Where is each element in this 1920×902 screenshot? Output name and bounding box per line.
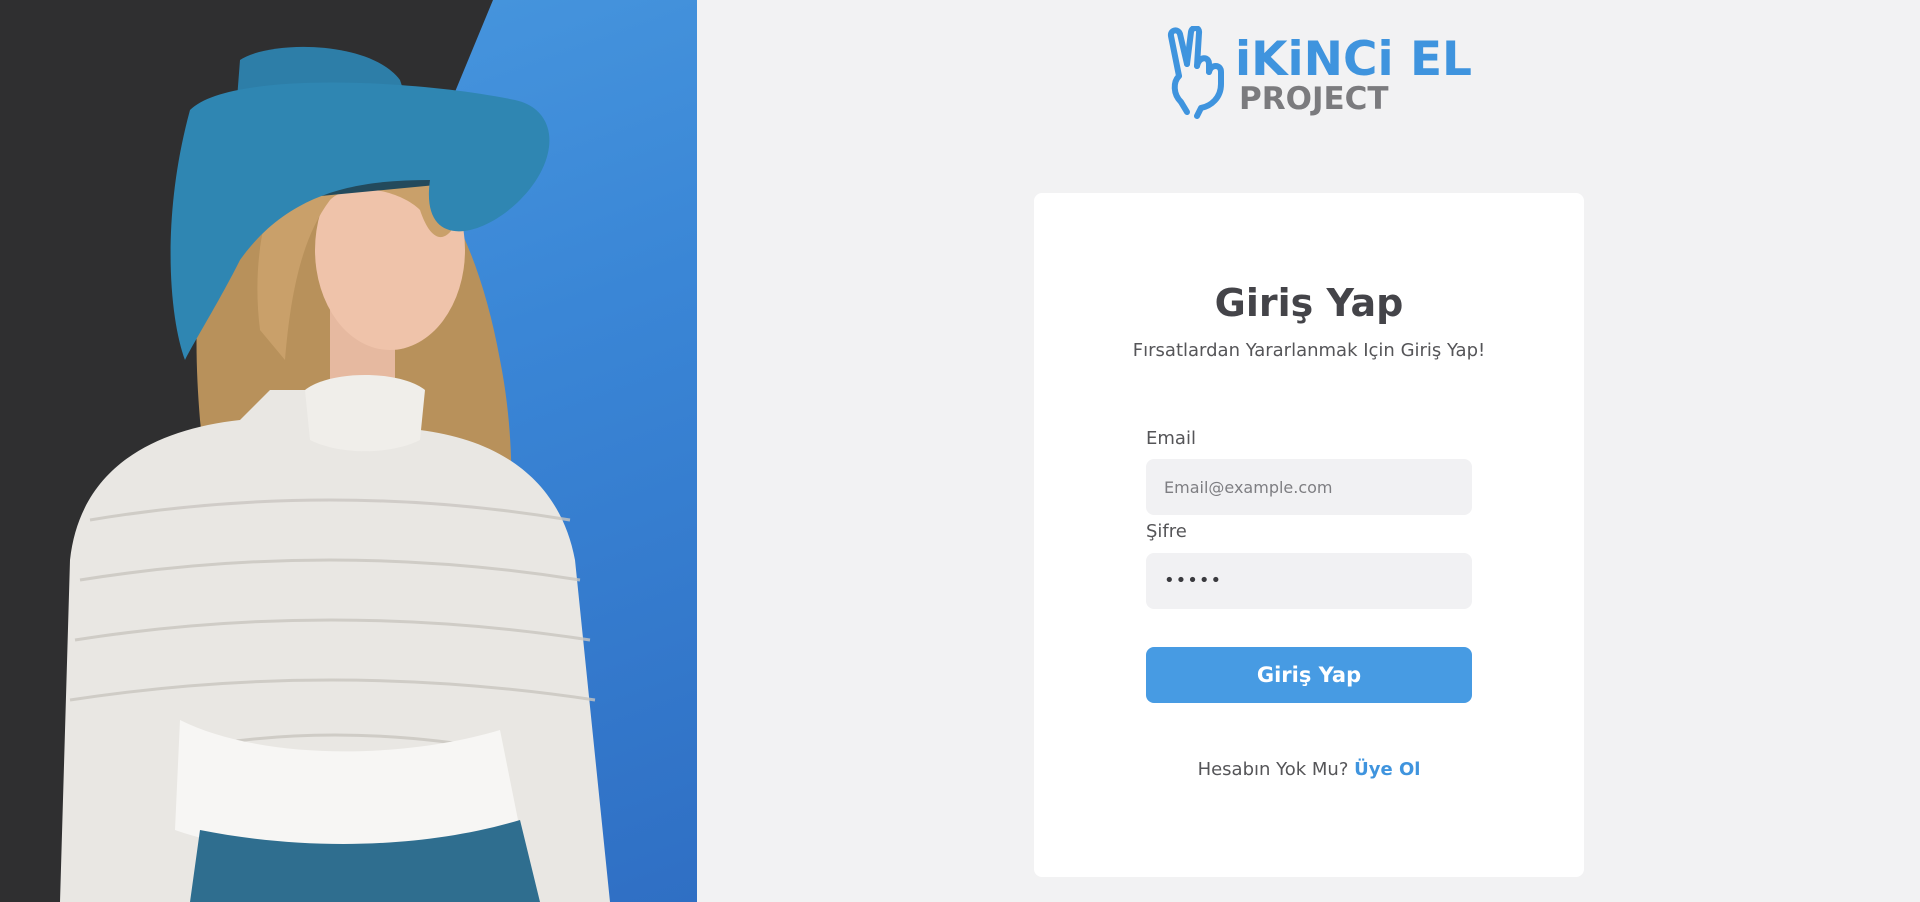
password-field[interactable]: [1146, 553, 1472, 609]
brand-title: iKiNCi EL: [1235, 32, 1472, 87]
brand-subtitle: PROJECT: [1239, 81, 1389, 117]
signup-link[interactable]: Üye Ol: [1354, 759, 1420, 780]
signup-prompt-text: Hesabın Yok Mu?: [1197, 759, 1355, 780]
email-label: Email: [1146, 428, 1196, 449]
hero-panel: [0, 0, 697, 902]
hero-image: [60, 46, 610, 902]
login-button[interactable]: Giriş Yap: [1146, 647, 1472, 703]
login-title: Giriş Yap: [1214, 281, 1404, 325]
brand-logo[interactable]: iKiNCi EL PROJECT: [1165, 26, 1472, 120]
password-label: Şifre: [1146, 521, 1187, 542]
email-field[interactable]: [1146, 459, 1472, 515]
login-subtitle: Fırsatlardan Yararlanmak Için Giriş Yap!: [1132, 340, 1486, 361]
login-card: Giriş Yap Fırsatlardan Yararlanmak Için …: [1034, 193, 1584, 877]
signup-prompt: Hesabın Yok Mu? Üye Ol: [1034, 759, 1584, 780]
peace-hand-icon: [1167, 26, 1224, 119]
